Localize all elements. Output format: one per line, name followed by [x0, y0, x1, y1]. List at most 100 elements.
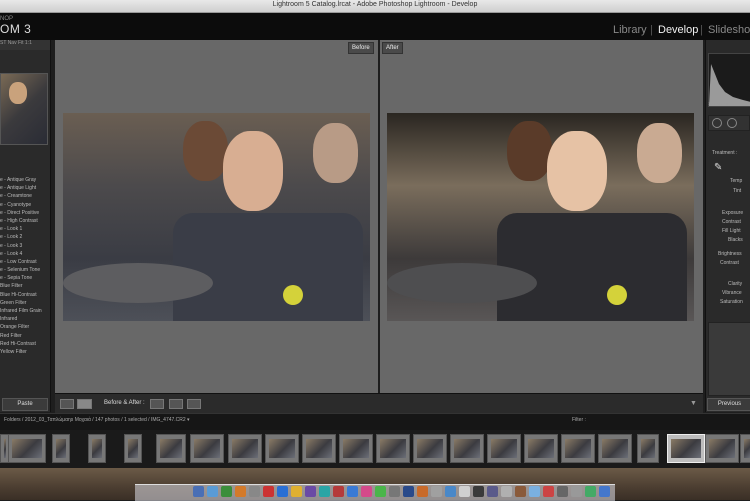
module-develop[interactable]: Develop: [658, 24, 698, 36]
copy-before-to-after-button[interactable]: [150, 399, 164, 409]
dock-app-icon[interactable]: [431, 486, 442, 497]
filmstrip-thumbnail[interactable]: [88, 434, 106, 463]
filmstrip-thumbnail[interactable]: [265, 434, 299, 463]
dock-app-icon[interactable]: [445, 486, 456, 497]
crop-tool-icon[interactable]: [712, 118, 722, 128]
filmstrip-thumbnail[interactable]: [124, 434, 142, 463]
preset-item[interactable]: Green Filter: [0, 299, 50, 307]
dock-app-icon[interactable]: [361, 486, 372, 497]
dock-app-icon[interactable]: [585, 486, 596, 497]
preset-item[interactable]: e - Direct Positive: [0, 209, 50, 217]
spot-removal-icon[interactable]: [727, 118, 737, 128]
preset-item[interactable]: e - Antique Gray: [0, 176, 50, 184]
filmstrip-thumbnail[interactable]: [524, 434, 558, 463]
dock-app-icon[interactable]: [487, 486, 498, 497]
copy-after-to-before-button[interactable]: [169, 399, 183, 409]
filmstrip-thumbnail[interactable]: [190, 434, 224, 463]
histogram-graph: [709, 64, 750, 106]
dock-app-icon[interactable]: [207, 486, 218, 497]
preset-item[interactable]: e - Cyanotype: [0, 201, 50, 209]
dock-app-icon[interactable]: [333, 486, 344, 497]
thumbnail-image: [194, 439, 220, 458]
dock-app-icon[interactable]: [501, 486, 512, 497]
filmstrip-thumbnail[interactable]: [598, 434, 632, 463]
dock-app-icon[interactable]: [221, 486, 232, 497]
preset-item[interactable]: Yellow Filter: [0, 348, 50, 356]
filmstrip-thumbnail[interactable]: [228, 434, 262, 463]
preset-item[interactable]: Infrared: [0, 315, 50, 323]
dock-app-icon[interactable]: [529, 486, 540, 497]
preset-item[interactable]: Blue Filter: [0, 282, 50, 290]
filmstrip-thumbnail[interactable]: [376, 434, 410, 463]
preset-item[interactable]: e - Creamtone: [0, 192, 50, 200]
preset-item[interactable]: e - Low Contrast: [0, 258, 50, 266]
dock-app-icon[interactable]: [599, 486, 610, 497]
compare-view-button[interactable]: [77, 399, 92, 409]
dock-app-icon[interactable]: [277, 486, 288, 497]
dock-app-icon[interactable]: [417, 486, 428, 497]
dock-app-icon[interactable]: [263, 486, 274, 497]
thumbnail-image: [641, 439, 655, 458]
swap-before-after-button[interactable]: [187, 399, 201, 409]
dock-app-icon[interactable]: [291, 486, 302, 497]
navigator-header[interactable]: ST Nav Fit 1:1: [0, 40, 50, 50]
filmstrip-thumbnail[interactable]: [637, 434, 659, 463]
module-separator: |: [700, 24, 703, 36]
paste-button[interactable]: Paste: [2, 398, 48, 411]
preset-item[interactable]: e - Look 3: [0, 242, 50, 250]
navigator-preview[interactable]: [0, 73, 48, 145]
dock-app-icon[interactable]: [347, 486, 358, 497]
dock-app-icon[interactable]: [571, 486, 582, 497]
filmstrip-thumbnail[interactable]: [52, 434, 70, 463]
preset-item[interactable]: Orange Filter: [0, 323, 50, 331]
tone-curve-panel[interactable]: [708, 322, 750, 396]
dock-app-icon[interactable]: [389, 486, 400, 497]
preset-item[interactable]: Blue Hi-Contrast: [0, 291, 50, 299]
preset-item[interactable]: e - High Contrast: [0, 217, 50, 225]
filmstrip-thumbnail[interactable]: [156, 434, 186, 463]
preset-item[interactable]: e - Antique Light: [0, 184, 50, 192]
preset-item[interactable]: Red Filter: [0, 332, 50, 340]
toolbar-menu-icon[interactable]: ▼: [690, 400, 697, 407]
white-balance-picker-icon[interactable]: ✎: [714, 162, 722, 173]
filmstrip-thumbnail[interactable]: [8, 434, 46, 463]
preset-item[interactable]: e - Sepia Tone: [0, 274, 50, 282]
dock-app-icon[interactable]: [557, 486, 568, 497]
background-person-face: [183, 121, 228, 181]
preset-item[interactable]: e - Selenium Tone: [0, 266, 50, 274]
filmstrip-thumbnail[interactable]: [561, 434, 595, 463]
preset-item[interactable]: Red Hi-Contrast: [0, 340, 50, 348]
filmstrip-thumbnail[interactable]: [413, 434, 447, 463]
dock-app-icon[interactable]: [473, 486, 484, 497]
before-photo[interactable]: [63, 113, 370, 321]
preset-item[interactable]: Infrared Film Grain: [0, 307, 50, 315]
filmstrip-thumbnail[interactable]: [705, 434, 739, 463]
filmstrip-thumbnail[interactable]: [450, 434, 484, 463]
dock-app-icon[interactable]: [319, 486, 330, 497]
dock-app-icon[interactable]: [375, 486, 386, 497]
dock-app-icon[interactable]: [305, 486, 316, 497]
dock-app-icon[interactable]: [403, 486, 414, 497]
module-slideshow[interactable]: Slideshow: [708, 24, 750, 36]
preset-item[interactable]: e - Look 2: [0, 233, 50, 241]
filmstrip-thumbnail[interactable]: [487, 434, 521, 463]
dock-app-icon[interactable]: [515, 486, 526, 497]
dock-app-icon[interactable]: [459, 486, 470, 497]
filmstrip-thumbnail[interactable]: [302, 434, 336, 463]
after-photo[interactable]: [387, 113, 694, 321]
preset-item[interactable]: e - Look 4: [0, 250, 50, 258]
dock-app-icon[interactable]: [543, 486, 554, 497]
module-library[interactable]: Library: [613, 24, 647, 36]
filmstrip-filter-label[interactable]: Filter :: [572, 417, 586, 423]
tool-strip[interactable]: [708, 115, 750, 131]
filmstrip-thumbnail[interactable]: [740, 434, 750, 463]
preset-item[interactable]: e - Look 1: [0, 225, 50, 233]
dock-app-icon[interactable]: [235, 486, 246, 497]
loupe-view-button[interactable]: [60, 399, 74, 409]
filmstrip-thumbnail[interactable]: [339, 434, 373, 463]
dock-app-icon[interactable]: [193, 486, 204, 497]
filmstrip-thumbnail[interactable]: [667, 434, 705, 463]
previous-button[interactable]: Previous: [707, 398, 750, 411]
dock-app-icon[interactable]: [249, 486, 260, 497]
filmstrip-source-path[interactable]: Folders / 2012_03_Ταπλώμαηs Μοχαιά / 147…: [4, 417, 190, 423]
